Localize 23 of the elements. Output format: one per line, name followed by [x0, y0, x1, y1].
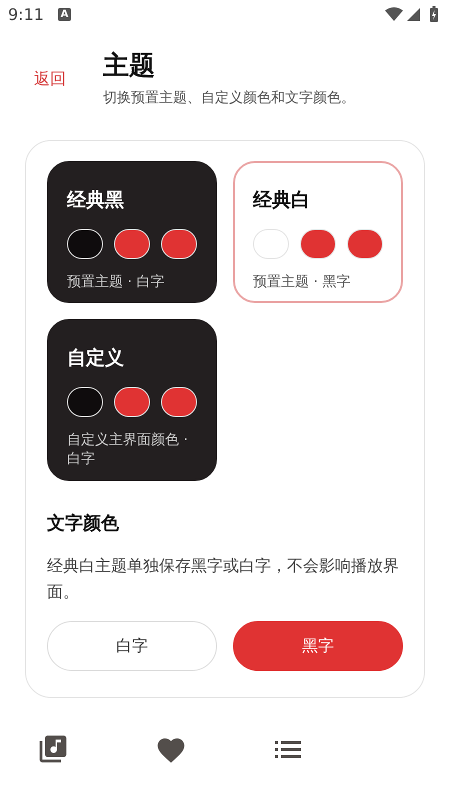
theme-card[interactable]: 经典黑 预置主题 · 白字	[47, 161, 217, 303]
back-button[interactable]: 返回	[34, 68, 66, 90]
theme-caption: 预置主题 · 白字	[67, 273, 166, 292]
music-library-icon	[37, 733, 69, 765]
text-color-option[interactable]: 黑字	[233, 621, 403, 671]
battery-icon	[430, 6, 438, 22]
section-description: 经典白主题单独保存黑字或白字，不会影响播放界面。	[47, 555, 400, 603]
theme-caption: 自定义主界面颜色 · 白字	[67, 431, 189, 469]
theme-card[interactable]: 自定义 自定义主界面颜色 · 白字	[47, 319, 217, 481]
theme-name: 经典黑	[67, 188, 125, 213]
theme-caption: 预置主题 · 黑字	[253, 273, 352, 292]
signal-icon	[407, 8, 420, 20]
status-time: 9:11	[8, 4, 44, 24]
section-title: 文字颜色	[47, 512, 120, 535]
list-icon	[275, 738, 303, 760]
theme-name: 经典白	[253, 188, 311, 213]
wifi-icon	[385, 7, 403, 21]
page-subtitle: 切换预置主题、自定义颜色和文字颜色。	[103, 89, 355, 107]
page-title: 主题	[103, 50, 156, 82]
theme-name: 自定义	[67, 346, 125, 371]
theme-card[interactable]: 经典白 预置主题 · 黑字	[233, 161, 403, 303]
notification-icon: A	[58, 8, 71, 20]
text-color-option[interactable]: 白字	[47, 621, 217, 671]
